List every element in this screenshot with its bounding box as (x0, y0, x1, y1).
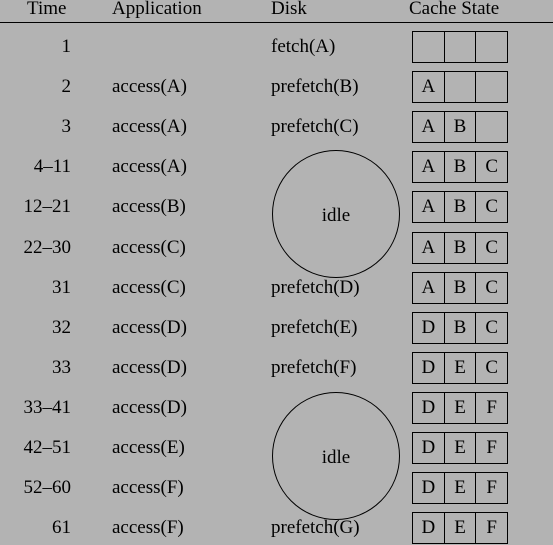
cache-state-box: DEF (412, 472, 508, 505)
cache-slot: C (485, 236, 499, 258)
idle-label: idle (321, 447, 351, 468)
cache-slot: A (413, 112, 445, 143)
time-cell: 1 (61, 36, 72, 57)
idle-circle: idle (272, 150, 400, 278)
cache-slot (476, 112, 507, 142)
cache-slot: C (485, 276, 499, 298)
cache-slot: B (445, 312, 477, 343)
cache-slot: C (485, 156, 499, 178)
cache-state-box: AB (412, 111, 508, 144)
time-cell: 12–21 (23, 196, 72, 218)
disk-cell: prefetch(B) (271, 76, 359, 98)
cache-slot: E (445, 513, 477, 544)
cache-slot: F (486, 517, 497, 539)
cache-slot: E (445, 473, 477, 504)
header-disk: Disk (271, 0, 307, 19)
cache-slot: C (485, 356, 499, 378)
cache-slot: D (413, 352, 445, 383)
disk-cell: prefetch(F) (271, 356, 357, 378)
cache-state-box: ABC (412, 271, 508, 304)
cache-slot: A (413, 232, 445, 263)
cache-slot: D (413, 473, 445, 504)
time-cell: 22–30 (23, 236, 72, 258)
cache-slot: F (486, 437, 497, 458)
cache-slot: A (413, 192, 445, 223)
cache-state-box: DEF (412, 512, 508, 545)
cache-slot: C (485, 316, 499, 338)
cache-state-box: ABC (412, 151, 508, 184)
application-cell: access(A) (112, 76, 187, 98)
cache-slot (413, 32, 445, 62)
cache-slot: E (445, 392, 477, 423)
disk-cell: prefetch(D) (271, 276, 360, 298)
cache-state-box: DEF (412, 432, 508, 464)
cache-slot: A (413, 272, 445, 303)
cache-slot (445, 72, 477, 103)
cache-slot: B (445, 112, 477, 143)
disk-cell: prefetch(C) (271, 116, 359, 138)
time-cell: 32 (52, 316, 71, 338)
application-cell: access(F) (112, 517, 184, 539)
cache-slot: D (413, 392, 445, 423)
cache-slot: F (486, 396, 497, 418)
cache-slot: B (445, 152, 477, 183)
cache-slot: E (445, 352, 477, 383)
idle-label: idle (321, 205, 351, 226)
header-time: Time (27, 0, 67, 19)
disk-cell: prefetch(G) (271, 517, 360, 539)
cache-slot: A (413, 152, 445, 183)
cache-slot (445, 32, 477, 62)
cache-slot: E (445, 433, 477, 463)
header-rule (0, 22, 553, 23)
cache-slot: C (485, 196, 499, 218)
time-cell: 61 (52, 517, 71, 539)
application-cell: access(B) (112, 196, 186, 218)
cache-state-box: ABC (412, 191, 508, 224)
time-cell: 4–11 (33, 156, 71, 178)
application-cell: access(F) (112, 477, 184, 499)
time-cell: 52–60 (23, 477, 72, 499)
disk-cell: fetch(A) (271, 36, 336, 57)
time-cell: 31 (52, 276, 71, 298)
disk-cell: prefetch(E) (271, 316, 358, 338)
cache-slot: B (445, 272, 477, 303)
cache-slot: F (486, 477, 497, 499)
application-cell: access(E) (112, 437, 185, 458)
header-cache-state: Cache State (409, 0, 500, 19)
time-cell: 3 (61, 116, 72, 138)
cache-slot: D (413, 513, 445, 544)
cache-state-box (412, 31, 508, 63)
cache-state-box: DEF (412, 391, 508, 424)
application-cell: access(A) (112, 116, 187, 138)
cache-state-box: ABC (412, 231, 508, 264)
cache-state-box: DBC (412, 311, 508, 344)
application-cell: access(A) (112, 156, 187, 178)
cache-slot: D (413, 433, 445, 463)
cache-slot: B (445, 192, 477, 223)
cache-state-box: A (412, 71, 508, 104)
cache-slot (476, 72, 507, 102)
header-application: Application (112, 0, 202, 19)
cache-slot: B (445, 232, 477, 263)
cache-slot: A (413, 72, 445, 103)
time-cell: 42–51 (23, 437, 72, 458)
cache-slot: D (413, 312, 445, 343)
idle-circle: idle (272, 392, 400, 520)
application-cell: access(D) (112, 356, 187, 378)
time-cell: 33–41 (23, 396, 72, 418)
time-cell: 33 (52, 356, 71, 378)
application-cell: access(D) (112, 396, 187, 418)
application-cell: access(C) (112, 276, 186, 298)
cache-slot (476, 32, 507, 62)
time-cell: 2 (61, 76, 72, 98)
application-cell: access(C) (112, 236, 186, 258)
cache-state-box: DEC (412, 351, 508, 384)
application-cell: access(D) (112, 316, 187, 338)
